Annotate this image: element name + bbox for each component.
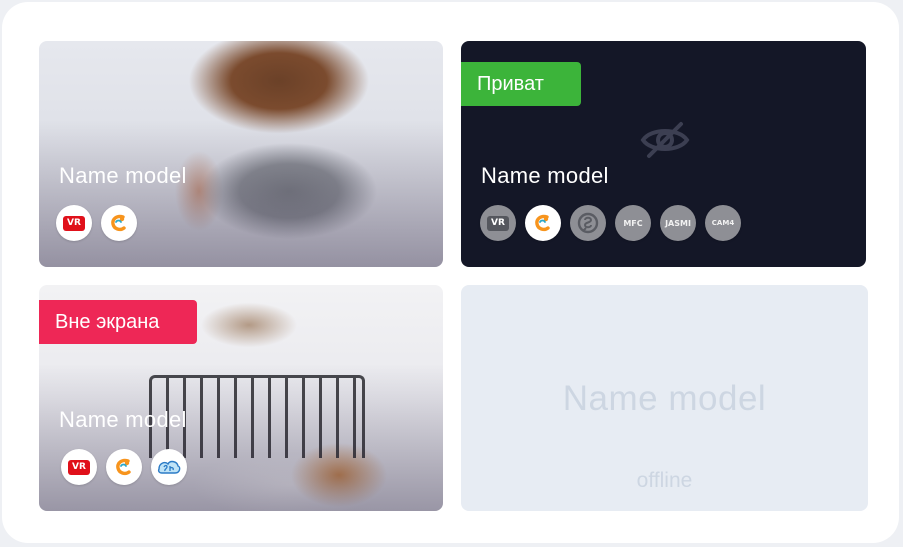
platform-icons: VR MFC JASMI CAM4 [480,205,741,241]
vr-icon[interactable]: VR [56,205,92,241]
model-name: Name model [562,379,767,418]
platform-icons: VR [61,449,187,485]
model-name: Name model [59,407,187,432]
model-card[interactable]: Name model VR [39,41,443,267]
model-name: Name model [59,163,187,188]
model-name: Name model [481,163,609,188]
model-card[interactable]: Вне экрана Name model VR [39,285,443,511]
vr-icon[interactable]: VR [480,205,516,241]
eye-off-icon [639,120,691,165]
platform-icons: VR [56,205,137,241]
model-card-offline[interactable]: Name model offline [461,285,868,511]
chaturbate-icon[interactable] [106,449,142,485]
bongacams-icon[interactable] [151,449,187,485]
model-card[interactable]: Приват Name model VR MFC JASMI CAM4 [461,41,866,267]
chaturbate-icon[interactable] [525,205,561,241]
models-panel: Name model VR Приват Name model VR MFC J… [2,2,899,543]
stripchat-icon[interactable] [570,205,606,241]
chaturbate-icon[interactable] [101,205,137,241]
status-badge-offscreen: Вне экрана [39,300,197,344]
offline-status: offline [636,469,693,492]
cam4-icon[interactable]: CAM4 [705,205,741,241]
vr-icon[interactable]: VR [61,449,97,485]
status-badge-private: Приват [461,62,581,106]
jasmin-icon[interactable]: JASMI [660,205,696,241]
mfc-icon[interactable]: MFC [615,205,651,241]
